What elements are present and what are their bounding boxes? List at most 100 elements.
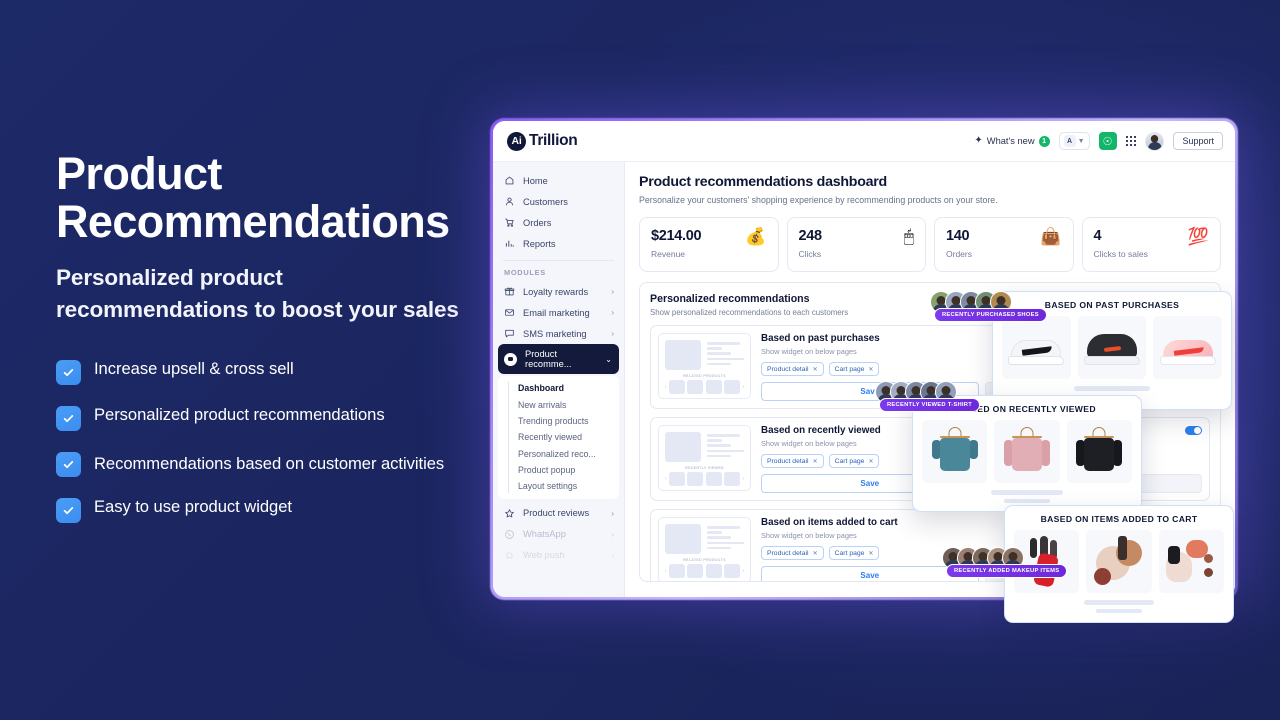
page-chip[interactable]: Cart page ✕	[828, 546, 880, 560]
stat-card-revenue: $214.00 Revenue 💰	[639, 217, 779, 272]
sidebar-item-whatsapp[interactable]: WhatsApp ›	[493, 524, 624, 545]
stat-card-clicks-to-sales: 4 Clicks to sales 💯	[1081, 217, 1221, 272]
sidebar-subitem-personalized-reco[interactable]: Personalized reco...	[498, 446, 619, 462]
stat-label: Revenue	[651, 249, 686, 259]
page-chip[interactable]: Product detail ✕	[761, 454, 824, 468]
list-item-label: Recommendations based on customer activi…	[94, 454, 445, 473]
overlay-title: BASED ON ITEMS ADDED TO CART	[1040, 514, 1198, 524]
sidebar-item-orders[interactable]: Orders	[493, 212, 624, 233]
list-item: Increase upsell & cross sell	[56, 358, 476, 385]
chevron-down-icon: ▼	[1077, 137, 1085, 145]
chevron-left-icon: ‹	[665, 384, 667, 390]
widget-title: Based on past purchases	[761, 333, 880, 344]
sidebar-item-product-recommendations[interactable]: Product recomme... ⌄	[498, 344, 619, 374]
list-item-label: Increase upsell & cross sell	[94, 359, 294, 378]
apps-grid-icon[interactable]	[1125, 135, 1137, 147]
stat-label: Orders	[946, 249, 972, 259]
close-icon[interactable]: ✕	[813, 550, 818, 557]
divider	[503, 260, 614, 261]
close-icon[interactable]: ✕	[868, 366, 873, 373]
sidebar-item-product-reviews[interactable]: Product reviews ›	[493, 503, 624, 524]
overlay-product-grid	[1002, 316, 1223, 379]
support-button[interactable]: Support	[1173, 132, 1223, 150]
check-icon	[56, 406, 81, 431]
chip-label: Product detail	[767, 365, 809, 373]
stat-card-orders: 140 Orders 👜	[934, 217, 1074, 272]
avatar[interactable]	[1145, 131, 1165, 151]
product-tile[interactable]	[1066, 420, 1132, 483]
sidebar-item-label: Home	[523, 175, 548, 186]
product-tile[interactable]	[922, 420, 988, 483]
app-topbar: Ai Trillion ✦ What's new 1 A ▼ ☉ Support	[493, 121, 1235, 162]
app-logo[interactable]: Ai Trillion	[507, 131, 578, 151]
sparkle-icon: ✦	[974, 135, 983, 146]
sidebar-item-sms-marketing[interactable]: SMS marketing ›	[493, 323, 624, 344]
page-chip[interactable]: Cart page ✕	[828, 454, 880, 468]
overlay-card-recently-viewed: BASED ON RECENTLY VIEWED	[912, 395, 1142, 512]
chip-label: Cart page	[834, 365, 865, 373]
gift-icon	[504, 286, 515, 297]
chevron-right-icon: ›	[611, 329, 614, 338]
chevron-right-icon: ›	[742, 384, 745, 390]
product-tile[interactable]	[1158, 530, 1224, 593]
sidebar-subnav: Dashboard New arrivals Trending products…	[498, 376, 619, 499]
stat-value: 140	[946, 228, 970, 244]
language-selector[interactable]: A ▼	[1058, 132, 1090, 150]
sidebar-item-email-marketing[interactable]: Email marketing ›	[493, 302, 624, 323]
check-icon	[56, 452, 81, 477]
sidebar-subitem-product-popup[interactable]: Product popup	[498, 462, 619, 478]
close-icon[interactable]: ✕	[813, 458, 818, 465]
sidebar-item-web-push[interactable]: Web push ›	[493, 545, 624, 566]
money-bag-icon: 💰	[745, 227, 767, 246]
sidebar-item-home[interactable]: Home	[493, 170, 624, 191]
stat-label: Clicks	[798, 249, 822, 259]
product-tile[interactable]	[1077, 316, 1147, 379]
sidebar-item-loyalty-rewards[interactable]: Loyalty rewards ›	[493, 281, 624, 302]
powder-palette-image	[1090, 535, 1148, 588]
chip-label: Cart page	[834, 549, 865, 557]
avatar-cluster-badge: RECENTLY ADDED MAKEUP ITEMS	[946, 564, 1068, 578]
chat-icon	[504, 328, 515, 339]
avatar-cluster-badge: RECENTLY VIEWED T-SHIRT	[879, 398, 980, 412]
product-tile[interactable]	[1086, 530, 1152, 593]
sidebar-subitem-dashboard[interactable]: Dashboard	[498, 380, 619, 396]
sidebar-item-label: Customers	[523, 196, 568, 207]
sidebar-item-label: Product reviews	[523, 508, 590, 519]
close-icon[interactable]: ✕	[868, 550, 873, 557]
chevron-right-icon: ›	[611, 308, 614, 317]
thumb-caption: RELATED PRODUCTS	[683, 374, 726, 378]
page-chip[interactable]: Cart page ✕	[828, 362, 880, 376]
close-icon[interactable]: ✕	[813, 366, 818, 373]
home-icon	[504, 175, 515, 186]
topbar-actions: ✦ What's new 1 A ▼ ☉ Support	[974, 131, 1223, 151]
stat-label: Clicks to sales	[1093, 249, 1148, 259]
black-high-top-sneaker-image	[1084, 331, 1140, 365]
avatar-cluster-purchased-shoes: RECENTLY PURCHASED SHOES	[930, 291, 1047, 322]
product-tile[interactable]	[994, 420, 1060, 483]
headset-icon[interactable]: ☉	[1098, 132, 1117, 150]
logo-text: Trillion	[529, 132, 578, 149]
sidebar-subitem-layout-settings[interactable]: Layout settings	[498, 478, 619, 494]
sidebar-subitem-new-arrivals[interactable]: New arrivals	[498, 396, 619, 412]
product-tile[interactable]	[1002, 316, 1071, 379]
sidebar-item-reports[interactable]: Reports	[493, 233, 624, 254]
sidebar-subitem-recently-viewed[interactable]: Recently viewed	[498, 429, 619, 445]
page-chip[interactable]: Product detail ✕	[761, 546, 824, 560]
foundation-image	[1162, 536, 1220, 588]
cursor-click-icon: 🖱	[903, 227, 914, 246]
sidebar-item-customers[interactable]: Customers	[493, 191, 624, 212]
widget-toggle[interactable]	[1185, 425, 1202, 436]
sidebar-item-label: Email marketing	[523, 307, 590, 318]
page-chip[interactable]: Product detail ✕	[761, 362, 824, 376]
sidebar-subitem-trending-products[interactable]: Trending products	[498, 413, 619, 429]
sidebar-item-label: Orders	[523, 217, 552, 228]
close-icon[interactable]: ✕	[868, 458, 873, 465]
whats-new-button[interactable]: ✦ What's new 1	[974, 135, 1050, 147]
page-headline: Product Recommendations	[56, 148, 450, 247]
product-tile[interactable]	[1153, 316, 1223, 379]
pink-sweatshirt-image	[1003, 426, 1051, 477]
chevron-left-icon: ‹	[665, 476, 667, 482]
black-sweatshirt-image	[1075, 426, 1123, 477]
chevron-right-icon: ›	[742, 568, 745, 574]
widget-title: Based on recently viewed	[761, 425, 881, 436]
